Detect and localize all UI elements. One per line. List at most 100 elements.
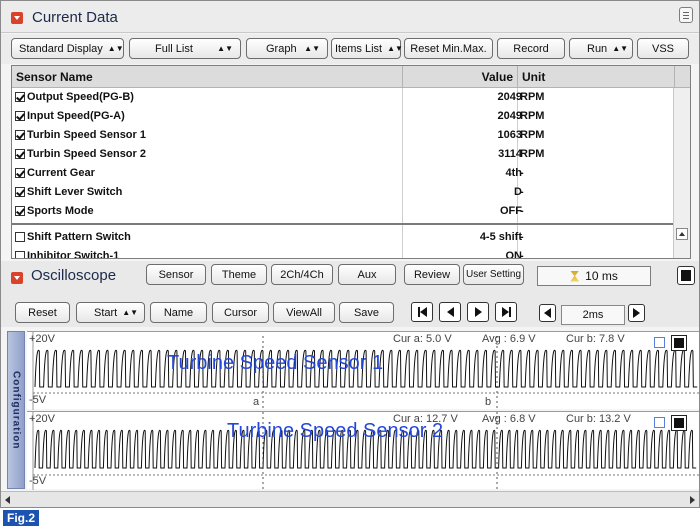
- channel-checkbox[interactable]: [654, 417, 665, 428]
- col-header-sensor-name[interactable]: Sensor Name: [12, 66, 402, 88]
- cursor-button[interactable]: Cursor: [212, 302, 269, 323]
- vss-button[interactable]: VSS: [637, 38, 689, 59]
- table-vertical-scrollbar[interactable]: [673, 88, 690, 258]
- aux-button[interactable]: Aux: [338, 264, 396, 285]
- record-button[interactable]: Record: [497, 38, 565, 59]
- oscilloscope-title: Oscilloscope: [31, 267, 117, 284]
- table-row[interactable]: Shift Pattern Switch 4-5 shift -: [12, 228, 674, 247]
- scroll-left-icon[interactable]: [5, 496, 10, 504]
- first-frame-button[interactable]: [411, 302, 433, 322]
- step-forward-icon: [474, 307, 482, 317]
- cursor-b-readout: Cur b: 7.8 V: [566, 333, 625, 345]
- scope-horizontal-scrollbar[interactable]: [1, 491, 699, 507]
- oscilloscope-header: Oscilloscope Sensor Theme 2Ch/4Ch Aux Re…: [1, 261, 699, 327]
- view-all-button[interactable]: ViewAll: [273, 302, 335, 323]
- menu-icon[interactable]: [679, 7, 693, 23]
- sensor-button[interactable]: Sensor: [146, 264, 206, 285]
- checkbox[interactable]: [15, 111, 25, 121]
- start-dropdown[interactable]: Start ▲▼: [76, 302, 145, 323]
- checkbox[interactable]: [15, 206, 25, 216]
- run-dropdown[interactable]: Run ▲▼: [569, 38, 633, 59]
- scroll-right-icon[interactable]: [690, 496, 695, 504]
- stop-button[interactable]: [677, 266, 695, 285]
- checkbox[interactable]: [15, 168, 25, 178]
- table-row[interactable]: Turbin Speed Sensor 2 3114 RPM: [12, 145, 674, 164]
- table-row[interactable]: Input Speed(PG-A) 2049 RPM: [12, 107, 674, 126]
- timebase-decrease-button[interactable]: [539, 304, 556, 322]
- configuration-tab[interactable]: Configuration: [7, 331, 25, 489]
- next-frame-button[interactable]: [467, 302, 489, 322]
- scroll-up-icon[interactable]: [676, 228, 688, 240]
- user-setting-button[interactable]: User Setting: [463, 264, 524, 285]
- hourglass-icon: [570, 270, 580, 282]
- col-header-unit[interactable]: Unit: [517, 66, 674, 88]
- checkbox[interactable]: [15, 232, 25, 242]
- increase-icon: [633, 308, 640, 318]
- reset-min-max-button[interactable]: Reset Min.Max.: [404, 38, 493, 59]
- bar-icon: [508, 307, 511, 317]
- average-readout: Avg : 6.9 V: [482, 333, 536, 345]
- checkbox[interactable]: [15, 92, 25, 102]
- time-display: 10 ms: [537, 266, 651, 286]
- checkbox[interactable]: [15, 187, 25, 197]
- review-button[interactable]: Review: [404, 264, 460, 285]
- name-button[interactable]: Name: [150, 302, 207, 323]
- col-header-value[interactable]: Value: [402, 66, 517, 88]
- last-frame-button[interactable]: [495, 302, 517, 322]
- table-row[interactable]: Shift Lever Switch D -: [12, 183, 674, 202]
- skip-start-icon: [419, 307, 427, 317]
- table-row[interactable]: Inhibitor Switch-1 ON -: [12, 247, 674, 258]
- average-readout: Avg : 6.8 V: [482, 413, 536, 425]
- theme-button[interactable]: Theme: [211, 264, 267, 285]
- updown-arrows-icon: ▲▼: [387, 43, 403, 53]
- step-back-icon: [446, 307, 454, 317]
- skip-end-icon: [501, 307, 509, 317]
- reset-button[interactable]: Reset: [15, 302, 70, 323]
- table-row[interactable]: Turbin Speed Sensor 1 1063 RPM: [12, 126, 674, 145]
- updown-arrows-icon: ▲▼: [122, 307, 139, 317]
- cursor-a-marker[interactable]: a: [253, 396, 259, 408]
- cursor-b-readout: Cur b: 13.2 V: [566, 413, 631, 425]
- decrease-icon: [544, 308, 551, 318]
- timebase-field[interactable]: 2ms: [561, 305, 625, 325]
- updown-arrows-icon: ▲▼: [217, 43, 233, 53]
- updown-arrows-icon: ▲▼: [107, 43, 124, 53]
- standard-display-dropdown[interactable]: Standard Display ▲▼: [11, 38, 124, 59]
- 2ch-4ch-button[interactable]: 2Ch/4Ch: [271, 264, 333, 285]
- sensor-table: Sensor Name Value Unit Output Speed(PG-B…: [11, 65, 691, 259]
- y-min-label: -5V: [29, 394, 47, 406]
- scope-channel-2[interactable]: +20V -5V Cur a: 12.7 V Avg : 6.8 V Cur b…: [27, 411, 699, 490]
- row-separator: [12, 223, 674, 225]
- timebase-increase-button[interactable]: [628, 304, 645, 322]
- cursor-b-marker[interactable]: b: [485, 396, 491, 408]
- current-data-header: Current Data: [1, 1, 699, 33]
- y-min-label: -5V: [29, 475, 47, 487]
- channel-name: Turbine Speed Sensor 2: [227, 420, 444, 442]
- current-data-toolbar: Standard Display ▲▼ Full List ▲▼ Graph ▲▼ I…: [1, 34, 699, 64]
- current-data-title: Current Data: [32, 9, 118, 26]
- table-row[interactable]: Sports Mode OFF -: [12, 202, 674, 221]
- table-row[interactable]: Current Gear 4th -: [12, 164, 674, 183]
- graph-dropdown[interactable]: Graph ▲▼: [246, 38, 328, 59]
- full-list-dropdown[interactable]: Full List ▲▼: [129, 38, 241, 59]
- channel-stop-icon[interactable]: [671, 415, 687, 431]
- scope-channel-1[interactable]: +20V -5V Cur a: 5.0 V Avg : 6.9 V Cur b:…: [27, 331, 699, 410]
- save-button[interactable]: Save: [339, 302, 394, 323]
- prev-frame-button[interactable]: [439, 302, 461, 322]
- collapse-icon[interactable]: [11, 12, 23, 24]
- header-corner: [674, 66, 690, 88]
- checkbox[interactable]: [15, 130, 25, 140]
- table-row[interactable]: Output Speed(PG-B) 2049 RPM: [12, 88, 674, 107]
- figure-label: Fig.2: [3, 510, 40, 526]
- checkbox[interactable]: [15, 251, 25, 258]
- y-max-label: +20V: [29, 333, 55, 345]
- channel-stop-icon[interactable]: [671, 335, 687, 351]
- cursor-a-readout: Cur a: 5.0 V: [393, 333, 452, 345]
- channel-checkbox[interactable]: [654, 337, 665, 348]
- collapse-icon[interactable]: [11, 272, 23, 284]
- app-window: Current Data Standard Display ▲▼ Full Lis…: [0, 0, 700, 508]
- updown-arrows-icon: ▲▼: [304, 43, 320, 53]
- items-list-dropdown[interactable]: Items List ▲▼: [331, 38, 403, 59]
- checkbox[interactable]: [15, 149, 25, 159]
- y-max-label: +20V: [29, 413, 55, 425]
